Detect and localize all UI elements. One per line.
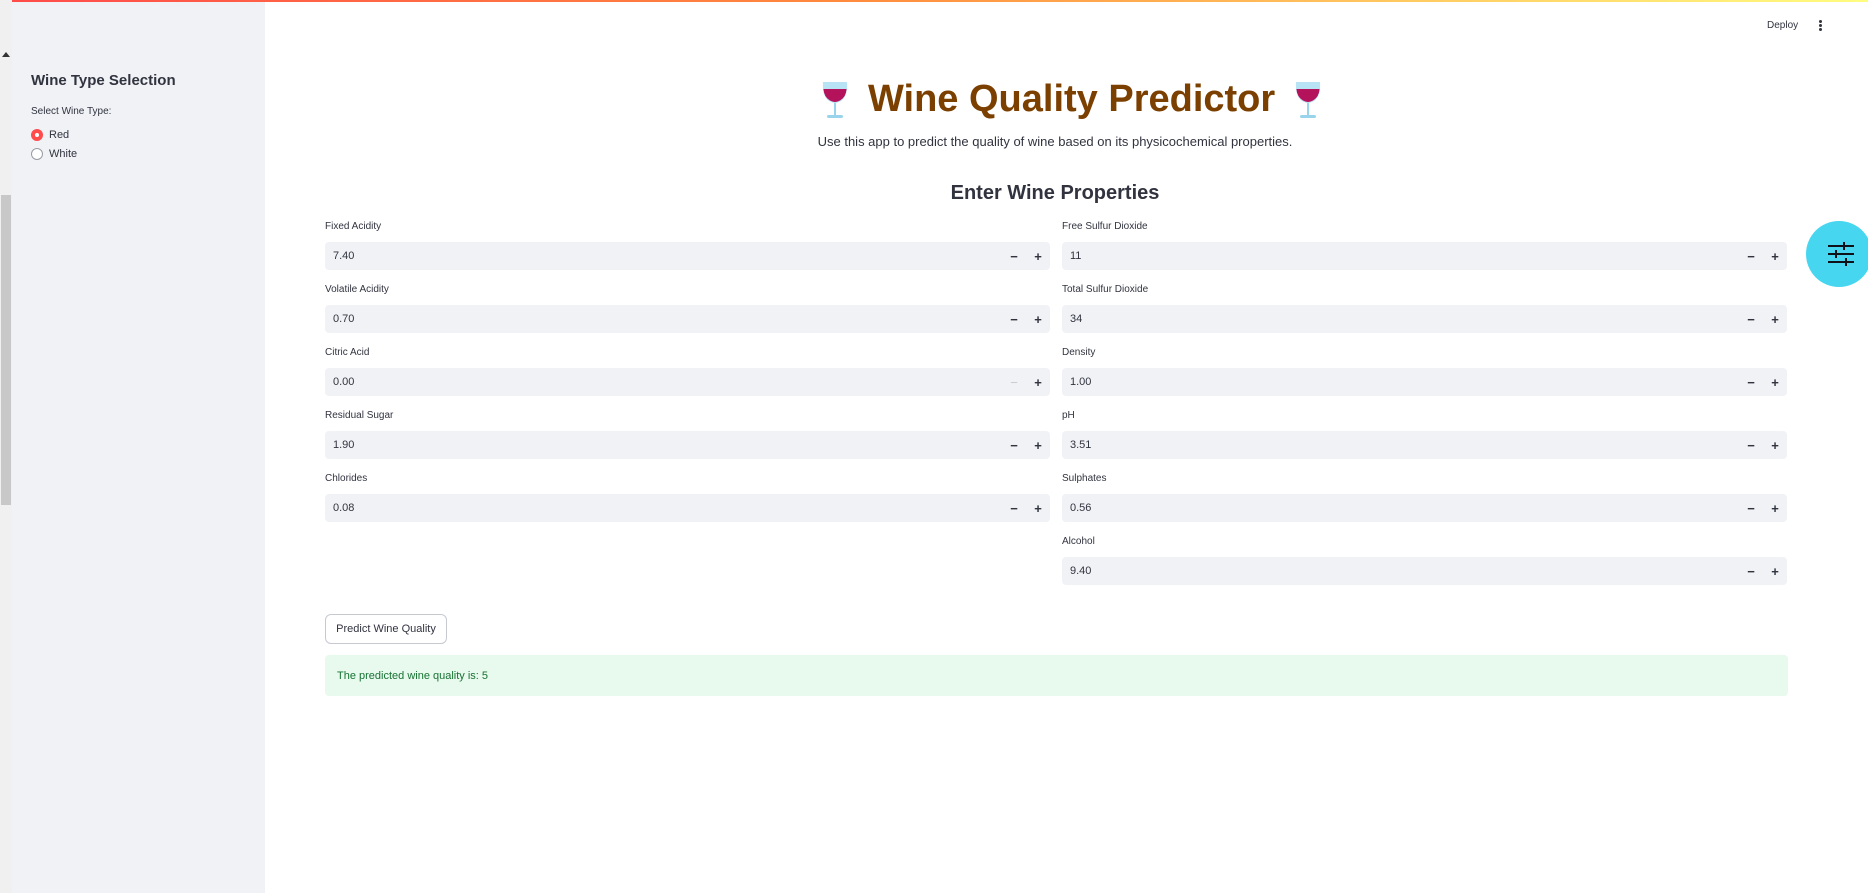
increment-button[interactable]: +: [1026, 368, 1050, 396]
field-label: pH: [1062, 410, 1075, 421]
field-label: Free Sulfur Dioxide: [1062, 221, 1148, 232]
scrollbar[interactable]: [0, 0, 12, 893]
increment-button[interactable]: +: [1026, 494, 1050, 522]
decrement-button[interactable]: −: [1739, 242, 1763, 270]
increment-button[interactable]: +: [1026, 305, 1050, 333]
deploy-button[interactable]: Deploy: [1767, 20, 1798, 31]
field-label: Fixed Acidity: [325, 221, 382, 232]
number-input: − +: [1062, 242, 1787, 270]
field-sulphates: Sulphates − +: [1062, 472, 1787, 522]
predict-button[interactable]: Predict Wine Quality: [325, 614, 447, 644]
title-row: Wine Quality Predictor: [820, 78, 1323, 121]
number-input: − +: [1062, 368, 1787, 396]
decrement-button[interactable]: −: [1739, 494, 1763, 522]
increment-button[interactable]: +: [1026, 431, 1050, 459]
kebab-menu-icon[interactable]: [1817, 20, 1823, 33]
decrement-button[interactable]: −: [1002, 305, 1026, 333]
scroll-thumb[interactable]: [1, 195, 11, 505]
field-label: Citric Acid: [325, 347, 370, 358]
decrement-button[interactable]: −: [1739, 431, 1763, 459]
section-title: Enter Wine Properties: [950, 182, 1160, 204]
field-density: Density − +: [1062, 346, 1787, 396]
increment-button[interactable]: +: [1763, 431, 1787, 459]
chlorides-input[interactable]: [325, 494, 1002, 522]
decrement-button[interactable]: −: [1002, 242, 1026, 270]
settings-fab-button[interactable]: [1806, 221, 1868, 287]
number-input: − +: [325, 494, 1050, 522]
number-input: − +: [1062, 494, 1787, 522]
number-input: − +: [325, 305, 1050, 333]
field-residual-sugar: Residual Sugar − +: [325, 409, 1050, 459]
radio-option-red[interactable]: Red: [31, 129, 69, 141]
increment-button[interactable]: +: [1763, 242, 1787, 270]
alcohol-input[interactable]: [1062, 557, 1739, 585]
number-input: − +: [325, 242, 1050, 270]
wine-glass-icon: [1296, 81, 1321, 118]
decrement-button-disabled: −: [1010, 374, 1018, 390]
sidebar-title: Wine Type Selection: [31, 72, 176, 89]
page-subtitle: Use this app to predict the quality of w…: [817, 134, 1293, 149]
page-title: Wine Quality Predictor: [868, 78, 1276, 120]
field-label: Volatile Acidity: [325, 284, 389, 295]
field-label: Residual Sugar: [325, 410, 394, 421]
field-label: Sulphates: [1062, 473, 1107, 484]
radio-checked-icon[interactable]: [31, 129, 43, 141]
ph-input[interactable]: [1062, 431, 1739, 459]
fixed-acidity-input[interactable]: [325, 242, 1002, 270]
field-ph: pH − +: [1062, 409, 1787, 459]
decrement-button[interactable]: −: [1739, 557, 1763, 585]
field-free-sulfur-dioxide: Free Sulfur Dioxide − +: [1062, 220, 1787, 270]
top-decoration-bar: [0, 0, 1868, 2]
citric-acid-input[interactable]: [325, 368, 1002, 396]
app-page: Wine Type Selection Select Wine Type: Re…: [0, 0, 1868, 893]
radio-label-white: White: [49, 148, 78, 160]
sulphates-input[interactable]: [1062, 494, 1739, 522]
decrement-button[interactable]: −: [1002, 494, 1026, 522]
field-label: Total Sulfur Dioxide: [1062, 284, 1149, 295]
increment-button[interactable]: +: [1763, 305, 1787, 333]
decrement-button[interactable]: −: [1739, 368, 1763, 396]
field-label: Chlorides: [325, 473, 368, 484]
prediction-result-text: The predicted wine quality is: 5: [337, 669, 489, 682]
number-input: − +: [325, 431, 1050, 459]
free-sulfur-dioxide-input[interactable]: [1062, 242, 1739, 270]
number-input: − +: [1062, 431, 1787, 459]
increment-button[interactable]: +: [1026, 242, 1050, 270]
volatile-acidity-input[interactable]: [325, 305, 1002, 333]
total-sulfur-dioxide-input[interactable]: [1062, 305, 1739, 333]
sidebar: Wine Type Selection Select Wine Type: Re…: [12, 2, 265, 893]
wine-type-label: Select Wine Type:: [31, 106, 112, 117]
number-input: − +: [1062, 557, 1787, 585]
sliders-icon: [1828, 242, 1854, 266]
radio-option-white[interactable]: White: [31, 148, 77, 160]
radio-unchecked-icon[interactable]: [31, 148, 43, 160]
prediction-result-alert: The predicted wine quality is: 5: [325, 655, 1788, 696]
increment-button[interactable]: +: [1763, 494, 1787, 522]
decrement-button[interactable]: −: [1002, 431, 1026, 459]
radio-label-red: Red: [49, 129, 70, 141]
wine-glass-icon: [822, 81, 848, 118]
residual-sugar-input[interactable]: [325, 431, 1002, 459]
number-input: − +: [325, 368, 1050, 396]
field-total-sulfur-dioxide: Total Sulfur Dioxide − +: [1062, 283, 1787, 333]
field-label: Alcohol: [1062, 536, 1095, 547]
increment-button[interactable]: +: [1763, 368, 1787, 396]
decrement-button[interactable]: −: [1739, 305, 1763, 333]
number-input: − +: [1062, 305, 1787, 333]
density-input[interactable]: [1062, 368, 1739, 396]
field-volatile-acidity: Volatile Acidity − +: [325, 283, 1050, 333]
field-fixed-acidity: Fixed Acidity − +: [325, 220, 1050, 270]
increment-button[interactable]: +: [1763, 557, 1787, 585]
field-alcohol: Alcohol − +: [1062, 535, 1787, 585]
field-citric-acid: Citric Acid − +: [325, 346, 1050, 396]
field-label: Density: [1062, 347, 1096, 358]
field-chlorides: Chlorides − +: [325, 472, 1050, 522]
scroll-up-arrow-icon[interactable]: [2, 52, 10, 57]
